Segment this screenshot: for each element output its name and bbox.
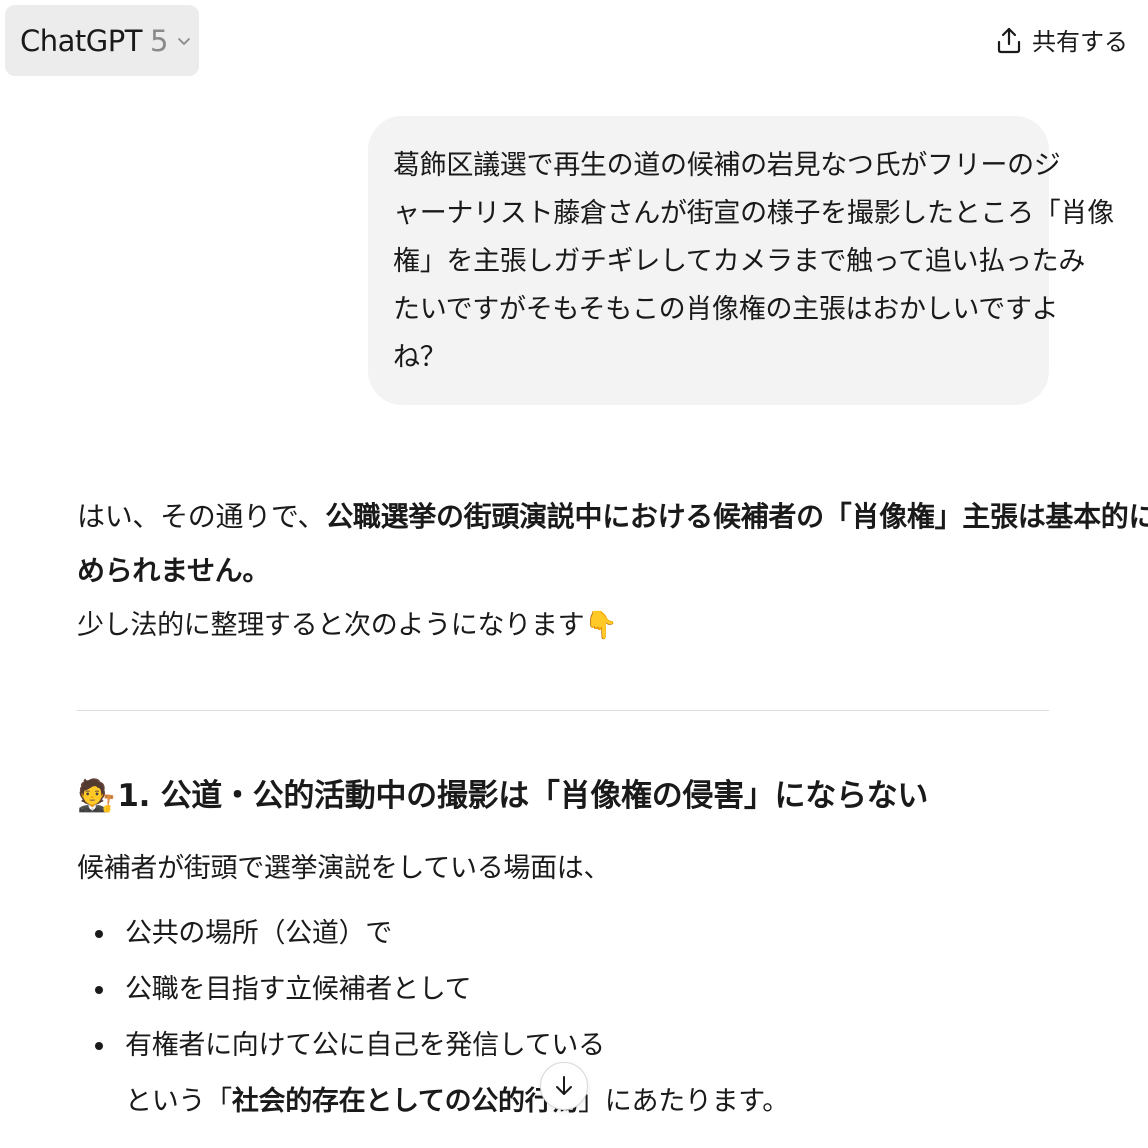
scroll-to-bottom-button[interactable] xyxy=(540,1062,588,1110)
model-version: 5 xyxy=(149,23,169,58)
assistant-text: はい、その通りで、 xyxy=(77,500,326,533)
list-item-text: 有権者に向けて公に自己を発信している xyxy=(125,1030,605,1061)
list-item-text: 公共の場所（公道）で xyxy=(125,918,392,949)
user-message-line: 権」を主張しガチギレしてカメラまで触って追い払ったみ xyxy=(393,246,1086,277)
arrow-down-icon xyxy=(553,1074,575,1098)
model-switcher-button[interactable]: ChatGPT 5 xyxy=(5,5,199,76)
list-item-text: 公職を目指す立候補者として xyxy=(125,974,472,1005)
chevron-down-icon xyxy=(176,33,192,49)
share-button[interactable]: 共有する xyxy=(996,22,1128,57)
bullet-dot xyxy=(95,986,103,994)
section-heading-text: 1. 公道・公的活動中の撮影は「肖像権の侵害」にならない xyxy=(117,778,929,814)
share-upload-icon xyxy=(996,26,1022,54)
assistant-message: はい、その通りで、公職選挙の街頭演説中における候補者の「肖像権」主張は基本的に認… xyxy=(77,490,1148,654)
bullet-dot xyxy=(95,930,103,938)
chat-page: ChatGPT 5 共有する 葛飾区議選で再生の道の候補の岩見なつ氏がフリーのジ… xyxy=(0,0,1148,1148)
user-message-line: ャーナリスト藤倉さんが街宣の様子を撮影したところ「肖像 xyxy=(393,198,1114,229)
continuation-text: 」にあたります。 xyxy=(578,1086,790,1117)
user-message-bubble: 葛飾区議選で再生の道の候補の岩見なつ氏がフリーのジ ャーナリスト藤倉さんが街宣の… xyxy=(368,116,1114,405)
user-message-line: 葛飾区議選で再生の道の候補の岩見なつ氏がフリーのジ xyxy=(393,150,1061,181)
continuation-text: という「 xyxy=(125,1086,232,1117)
judge-emoji-icon: 🧑‍⚖️ xyxy=(77,778,116,814)
assistant-paragraph-2: 少し法的に整理すると次のようになります👇 xyxy=(77,610,618,641)
bullet-continuation: という「社会的存在としての公的行為」にあたります。 xyxy=(125,1078,789,1126)
section-heading: 🧑‍⚖️ 1. 公道・公的活動中の撮影は「肖像権の侵害」にならない xyxy=(77,772,928,820)
share-label: 共有する xyxy=(1032,28,1128,56)
list-item: 有権者に向けて公に自己を発信している xyxy=(77,1018,977,1074)
assistant-bold-text: 公職選挙の街頭演説中における候補者の「肖像権」主張は基本的に認 xyxy=(325,500,1148,533)
bullet-dot xyxy=(95,1042,103,1050)
bullet-list: 公共の場所（公道）で 公職を目指す立候補者として 有権者に向けて公に自己を発信し… xyxy=(77,906,977,1074)
list-item: 公共の場所（公道）で xyxy=(77,906,977,962)
section-intro: 候補者が街頭で選挙演説をしている場面は、 xyxy=(77,853,611,884)
assistant-paragraph-1-cont: められません。 xyxy=(77,544,1057,598)
section-divider xyxy=(77,710,1049,711)
continuation-bold-text: 社会的存在としての公的行為 xyxy=(231,1086,579,1117)
user-message-line: ね？ xyxy=(393,342,447,373)
model-name: ChatGPT xyxy=(20,23,142,58)
user-message-line: たいですがそもそもこの肖像権の主張はおかしいですよ xyxy=(393,294,1059,325)
assistant-paragraph-1: はい、その通りで、公職選挙の街頭演説中における候補者の「肖像権」主張は基本的に認 xyxy=(77,490,1148,544)
assistant-bold-text: められません。 xyxy=(77,554,271,587)
list-item: 公職を目指す立候補者として xyxy=(77,962,977,1018)
